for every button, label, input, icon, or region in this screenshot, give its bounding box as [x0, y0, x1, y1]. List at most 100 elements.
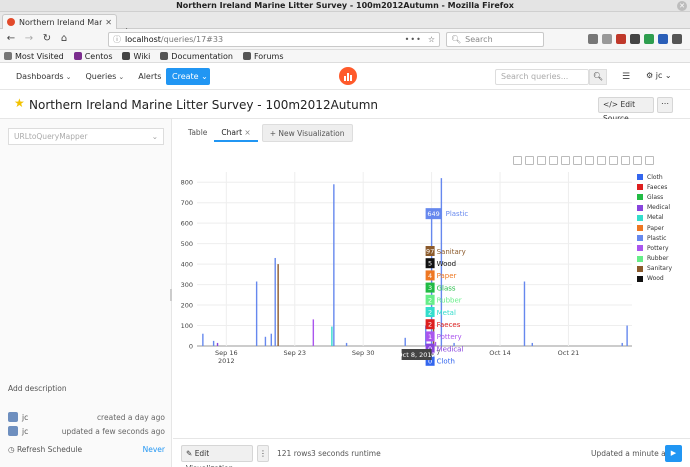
- reload-icon[interactable]: ↻: [40, 32, 54, 46]
- ublock-icon[interactable]: [616, 34, 626, 44]
- query-search-input[interactable]: Search queries...: [495, 69, 589, 85]
- pan-icon[interactable]: [537, 156, 546, 165]
- reset-axes-icon[interactable]: [609, 156, 618, 165]
- nav-queries[interactable]: Queries ⌄: [85, 72, 124, 81]
- legend-swatch: [637, 184, 643, 191]
- legend-swatch: [637, 265, 643, 272]
- legend-item[interactable]: Rubber: [637, 254, 672, 264]
- legend-item[interactable]: Plastic: [637, 233, 672, 243]
- forward-icon[interactable]: →: [22, 32, 36, 46]
- visualization-more-button[interactable]: ⋮: [257, 445, 269, 462]
- chart-legend: Cloth Faeces Glass Medical Metal Paper Plastic…: [637, 172, 672, 284]
- created-meta: jc created a day ago: [8, 412, 165, 422]
- legend-swatch: [637, 235, 643, 242]
- back-icon[interactable]: ←: [4, 32, 18, 46]
- search-bar[interactable]: 🔍︎ Search: [446, 32, 544, 47]
- legend-swatch: [637, 214, 643, 221]
- zoom-out-icon[interactable]: [585, 156, 594, 165]
- extension-blue-icon[interactable]: [658, 34, 668, 44]
- lasso-select-icon[interactable]: [561, 156, 570, 165]
- nav-alerts[interactable]: Alerts: [138, 72, 161, 81]
- query-title-bar: ★ Northern Ireland Marine Litter Survey …: [0, 90, 690, 123]
- edit-visualization-button[interactable]: ✎ Edit Visualization: [181, 445, 253, 467]
- legend-swatch: [637, 194, 643, 201]
- legend-item[interactable]: Wood: [637, 274, 672, 284]
- visualization-footer: ✎ Edit Visualization ⋮ 121 rows 3 second…: [173, 438, 690, 467]
- redash-logo-icon[interactable]: [339, 67, 357, 85]
- tab-chart[interactable]: Chart ×: [214, 124, 258, 142]
- zoom-icon[interactable]: [525, 156, 534, 165]
- legend-item[interactable]: Glass: [637, 192, 672, 202]
- bookmark-star-icon[interactable]: ☆: [428, 35, 435, 44]
- user-menu[interactable]: ⚙ jc ⌄: [646, 71, 672, 80]
- bookmark-forums[interactable]: Forums: [242, 52, 284, 61]
- url-bar[interactable]: ⓘ localhost /queries/17#33 ••• ☆: [108, 32, 440, 47]
- centos-icon: [73, 52, 82, 60]
- chevron-down-icon: ⌄: [201, 72, 208, 81]
- legend-item[interactable]: Paper: [637, 223, 672, 233]
- legend-item[interactable]: Faeces: [637, 182, 672, 192]
- page-info-icon[interactable]: ⓘ: [113, 34, 121, 45]
- chevron-down-icon: ⌄: [65, 73, 72, 81]
- hover-compare-icon[interactable]: [645, 156, 654, 165]
- autoscale-icon[interactable]: [597, 156, 606, 165]
- bookmark-most-visited[interactable]: Most Visited: [4, 52, 64, 61]
- sidebar-icon[interactable]: [602, 34, 612, 44]
- home-icon[interactable]: ⌂: [57, 32, 71, 46]
- legend-item[interactable]: Metal: [637, 213, 672, 223]
- page-actions-icon[interactable]: •••: [405, 35, 422, 44]
- menu-icon[interactable]: [672, 34, 682, 44]
- bookmarks-toolbar: Most Visited Centos Wiki Documentation F…: [0, 50, 690, 63]
- box-select-icon[interactable]: [549, 156, 558, 165]
- panel-resize-handle[interactable]: [170, 289, 172, 301]
- bookmark-centos[interactable]: Centos: [73, 52, 112, 61]
- new-visualization-button[interactable]: + New Visualization: [261, 124, 353, 142]
- refresh-schedule-link[interactable]: Never: [143, 445, 165, 454]
- camera-icon[interactable]: [513, 156, 522, 165]
- nav-bar: ← → ↻ ⌂ ⓘ localhost /queries/17#33 ••• ☆…: [0, 29, 690, 50]
- favorite-star-icon[interactable]: ★: [14, 96, 25, 110]
- legend-swatch: [637, 225, 643, 232]
- legend-item[interactable]: Cloth: [637, 172, 672, 182]
- chevron-down-icon: ⌄: [664, 71, 672, 80]
- legend-label: Medical: [647, 204, 670, 212]
- extension-green-icon[interactable]: [644, 34, 654, 44]
- app-header: Dashboards ⌄ Queries ⌄ Alerts Create ⌄ Sea…: [0, 63, 690, 90]
- window-close-button[interactable]: ✕: [677, 1, 687, 11]
- close-icon[interactable]: ×: [244, 128, 250, 137]
- legend-item[interactable]: Medical: [637, 203, 672, 213]
- hover-closest-icon[interactable]: [633, 156, 642, 165]
- search-icon: 🔍︎: [451, 35, 462, 44]
- legend-label: Paper: [647, 224, 664, 232]
- spike-lines-icon[interactable]: [621, 156, 630, 165]
- edit-source-button[interactable]: </> Edit Source: [598, 97, 654, 123]
- left-panel: URLtoQueryMapper ⌄ Add description jc crea…: [0, 119, 172, 467]
- legend-item[interactable]: Sanitary: [637, 264, 672, 274]
- tab-table[interactable]: Table: [181, 124, 214, 142]
- legend-label: Sanitary: [647, 265, 673, 273]
- execute-button[interactable]: ▶: [665, 445, 682, 462]
- window-title-bar: Northern Ireland Marine Litter Survey - …: [0, 0, 690, 12]
- legend-label: Rubber: [647, 255, 669, 263]
- browser-tab[interactable]: Northern Ireland Marine ✕: [2, 14, 117, 29]
- settings-sliders-icon[interactable]: ☰: [622, 72, 630, 82]
- redash-favicon-icon: [7, 18, 15, 26]
- legend-swatch: [637, 174, 643, 181]
- clock-icon: ◷: [8, 445, 15, 454]
- zoom-in-icon[interactable]: [573, 156, 582, 165]
- query-more-button[interactable]: ⋯: [657, 97, 673, 113]
- page-title[interactable]: Northern Ireland Marine Litter Survey - …: [29, 98, 378, 112]
- pocket-icon[interactable]: [630, 34, 640, 44]
- legend-item[interactable]: Pottery: [637, 243, 672, 253]
- legend-swatch: [637, 255, 643, 262]
- query-search-button[interactable]: 🔍︎: [589, 69, 607, 85]
- updated-meta: jc updated a few seconds ago: [8, 426, 165, 436]
- tab-close-icon[interactable]: ✕: [105, 18, 112, 27]
- bookmark-documentation[interactable]: Documentation: [160, 52, 233, 61]
- bookmark-wiki[interactable]: Wiki: [122, 52, 150, 61]
- create-button[interactable]: Create ⌄: [166, 68, 210, 85]
- add-description-link[interactable]: Add description: [8, 384, 67, 393]
- nav-dashboards[interactable]: Dashboards ⌄: [16, 72, 71, 81]
- library-icon[interactable]: [588, 34, 598, 44]
- datasource-select[interactable]: URLtoQueryMapper ⌄: [8, 128, 164, 145]
